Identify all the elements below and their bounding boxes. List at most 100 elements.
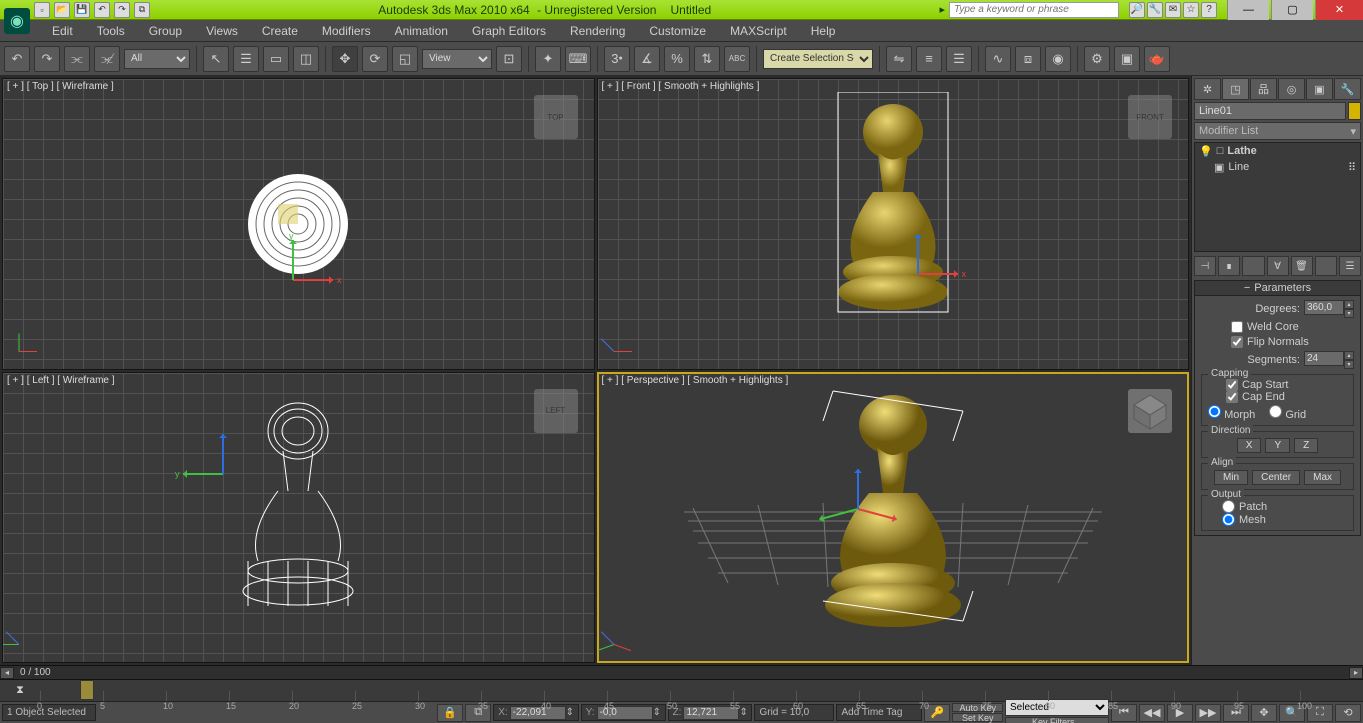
percent-snap-icon[interactable]: %: [664, 46, 690, 72]
selection-filter-dropdown[interactable]: All: [124, 49, 190, 69]
angle-snap-icon[interactable]: ∡: [634, 46, 660, 72]
redo-icon[interactable]: ↷: [114, 2, 130, 18]
mirror-icon[interactable]: ⇋: [886, 46, 912, 72]
menu-tools[interactable]: Tools: [85, 21, 137, 41]
rendered-frame-icon[interactable]: ▣: [1114, 46, 1140, 72]
binoculars-icon[interactable]: 🔎: [1129, 2, 1145, 18]
time-config-icon[interactable]: ⧗: [0, 680, 40, 701]
viewport-left-label[interactable]: [ + ] [ Left ] [ Wireframe ]: [7, 375, 115, 386]
prev-frame-icon[interactable]: ◀◀: [1139, 704, 1165, 722]
menu-customize[interactable]: Customize: [637, 21, 718, 41]
weld-core-checkbox[interactable]: [1231, 321, 1243, 333]
nav-pan-icon[interactable]: ✥: [1251, 704, 1277, 722]
object-color-swatch[interactable]: [1348, 102, 1361, 120]
show-end-result-icon[interactable]: ∎: [1218, 256, 1240, 276]
modifier-stack[interactable]: 💡 □ Lathe ▣ Line ⠿: [1194, 142, 1361, 252]
tab-create-icon[interactable]: ✲: [1194, 78, 1221, 100]
app-menu-icon[interactable]: ◉: [4, 8, 30, 34]
schematic-icon[interactable]: ⧈: [1015, 46, 1041, 72]
menu-animation[interactable]: Animation: [383, 21, 460, 41]
spin-up-icon[interactable]: ▴: [1344, 300, 1354, 309]
rectangular-region-icon[interactable]: ▭: [263, 46, 289, 72]
tab-hierarchy-icon[interactable]: 品: [1250, 78, 1277, 100]
remove-modifier-icon[interactable]: 🗑: [1291, 256, 1313, 276]
make-unique-icon[interactable]: ∀: [1267, 256, 1289, 276]
grid-radio[interactable]: [1269, 405, 1282, 418]
ref-coord-dropdown[interactable]: View: [422, 49, 492, 69]
open-icon[interactable]: 📂: [54, 2, 70, 18]
viewport-left[interactable]: [ + ] [ Left ] [ Wireframe ] LEFT y: [2, 372, 595, 664]
window-crossing-icon[interactable]: ◫: [293, 46, 319, 72]
track-prev-icon[interactable]: ◂: [0, 667, 14, 679]
undo-button-icon[interactable]: ↶: [4, 46, 30, 72]
rotate-icon[interactable]: ⟳: [362, 46, 388, 72]
tab-motion-icon[interactable]: ◎: [1278, 78, 1305, 100]
viewport-front[interactable]: [ + ] [ Front ] [ Smooth + Highlights ] …: [597, 78, 1190, 370]
select-object-icon[interactable]: ↖: [203, 46, 229, 72]
spin-up-icon[interactable]: ▴: [1344, 351, 1354, 360]
menu-edit[interactable]: Edit: [40, 21, 85, 41]
degrees-input[interactable]: [1304, 300, 1344, 315]
time-tag-button[interactable]: Add Time Tag: [836, 704, 922, 721]
redo-button-icon[interactable]: ↷: [34, 46, 60, 72]
menu-help[interactable]: Help: [799, 21, 848, 41]
object-name-input[interactable]: [1194, 102, 1346, 120]
cap-start-checkbox[interactable]: [1226, 379, 1238, 391]
output-mesh-radio[interactable]: [1222, 513, 1235, 526]
expand-icon[interactable]: ▣: [1214, 161, 1224, 174]
render-icon[interactable]: 🫖: [1144, 46, 1170, 72]
key-icon[interactable]: 🔧: [1147, 2, 1163, 18]
direction-z-button[interactable]: Z: [1294, 438, 1318, 453]
manipulate-icon[interactable]: ✦: [535, 46, 561, 72]
menu-maxscript[interactable]: MAXScript: [718, 21, 799, 41]
abc-icon[interactable]: ABC: [724, 46, 750, 72]
named-selection-dropdown[interactable]: Create Selection Se: [763, 49, 873, 69]
use-center-icon[interactable]: ⊡: [496, 46, 522, 72]
keyboard-shortcut-icon[interactable]: ⌨: [565, 46, 591, 72]
align-center-button[interactable]: Center: [1252, 470, 1300, 485]
direction-x-button[interactable]: X: [1237, 438, 1262, 453]
viewport-perspective[interactable]: [ + ] [ Perspective ] [ Smooth + Highlig…: [597, 372, 1190, 664]
curve-editor-icon[interactable]: ∿: [985, 46, 1011, 72]
next-frame-icon[interactable]: ▶▶: [1195, 704, 1221, 722]
help-icon[interactable]: ?: [1201, 2, 1217, 18]
maximize-button[interactable]: ▢: [1271, 0, 1313, 20]
morph-radio[interactable]: [1208, 405, 1221, 418]
viewcube-left[interactable]: LEFT: [534, 389, 578, 433]
pin-stack-icon[interactable]: ⊣: [1194, 256, 1216, 276]
modifier-line[interactable]: ▣ Line ⠿: [1195, 159, 1360, 175]
menu-modifiers[interactable]: Modifiers: [310, 21, 383, 41]
direction-y-button[interactable]: Y: [1265, 438, 1290, 453]
set-key-button[interactable]: Set Key: [952, 713, 1003, 722]
key-filters-button[interactable]: Key Filters...: [1005, 717, 1109, 723]
menu-graph-editors[interactable]: Graph Editors: [460, 21, 558, 41]
configure-sets-icon[interactable]: ☰: [1339, 256, 1361, 276]
modifier-lathe[interactable]: 💡 □ Lathe: [1195, 143, 1360, 159]
tab-modify-icon[interactable]: ◳: [1222, 78, 1249, 100]
spin-down-icon[interactable]: ▾: [1344, 360, 1354, 369]
coord-x-input[interactable]: [510, 706, 566, 720]
select-by-name-icon[interactable]: ☰: [233, 46, 259, 72]
rollout-parameters-header[interactable]: −Parameters: [1194, 280, 1361, 296]
viewport-perspective-label[interactable]: [ + ] [ Perspective ] [ Smooth + Highlig…: [602, 375, 789, 386]
align-min-button[interactable]: Min: [1214, 470, 1248, 485]
menu-rendering[interactable]: Rendering: [558, 21, 637, 41]
viewport-top-label[interactable]: [ + ] [ Top ] [ Wireframe ]: [7, 81, 114, 92]
unlink-icon[interactable]: ⫘̸: [94, 46, 120, 72]
favorites-icon[interactable]: ☆: [1183, 2, 1199, 18]
track-next-icon[interactable]: ▸: [1349, 667, 1363, 679]
viewport-front-label[interactable]: [ + ] [ Front ] [ Smooth + Highlights ]: [602, 81, 760, 92]
minimize-button[interactable]: —: [1227, 0, 1269, 20]
tab-utilities-icon[interactable]: 🔧: [1334, 78, 1361, 100]
cap-end-checkbox[interactable]: [1226, 391, 1238, 403]
viewport-top[interactable]: [ + ] [ Top ] [ Wireframe ] TOP x y: [2, 78, 595, 370]
save-icon[interactable]: 💾: [74, 2, 90, 18]
time-ruler[interactable]: ⧗ 05101520253035404550556065707580859095…: [0, 679, 1363, 701]
key-filter-dropdown[interactable]: Selected: [1005, 699, 1109, 716]
align-max-button[interactable]: Max: [1304, 470, 1341, 485]
snap-2d-icon[interactable]: 3●: [604, 46, 630, 72]
link-icon[interactable]: ⫘: [64, 46, 90, 72]
lock-selection-icon[interactable]: 🔒: [437, 704, 463, 722]
flip-normals-checkbox[interactable]: [1231, 336, 1243, 348]
nav-orbit-icon[interactable]: ⟲: [1335, 704, 1361, 722]
